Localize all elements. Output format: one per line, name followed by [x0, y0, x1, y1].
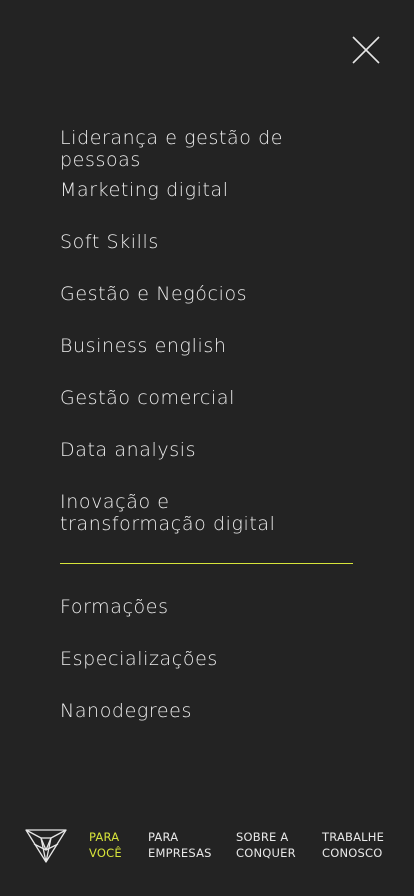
nav-para-empresas[interactable]: PARA EMPRESAS [148, 829, 212, 861]
nav-label-line1: PARA [148, 830, 179, 844]
nav-label-line1: SOBRE A [236, 830, 289, 844]
nav-para-voce[interactable]: PARA VOCÊ [89, 829, 122, 861]
menu-item-business-english[interactable]: Business english [60, 335, 226, 357]
menu-item-marketing-digital[interactable]: Marketing digital [60, 179, 229, 201]
close-button[interactable] [352, 36, 380, 64]
menu-divider [60, 563, 353, 564]
menu-item-gestao-comercial[interactable]: Gestão comercial [60, 387, 235, 409]
close-icon [352, 36, 380, 64]
menu-item-soft-skills[interactable]: Soft Skills [60, 231, 159, 253]
nav-trabalhe-conosco[interactable]: TRABALHE CONOSCO [322, 829, 384, 861]
nav-label-line2: CONOSCO [322, 846, 383, 860]
nav-label-line1: TRABALHE [322, 830, 385, 844]
menu-item-especializacoes[interactable]: Especializações [60, 648, 218, 670]
nav-label-line2: CONQUER [236, 846, 296, 860]
bottom-navigation: PARA VOCÊ PARA EMPRESAS SOBRE A CONQUER … [0, 824, 414, 868]
menu-item-nanodegrees[interactable]: Nanodegrees [60, 700, 192, 722]
menu-item-formacoes[interactable]: Formações [60, 596, 169, 618]
menu-item-data-analysis[interactable]: Data analysis [60, 439, 196, 461]
nav-label-line1: PARA [89, 830, 120, 844]
conquer-logo-icon[interactable] [25, 826, 67, 864]
menu-item-lideranca[interactable]: Liderança e gestão de pessoas [60, 127, 353, 171]
menu-item-gestao-negocios[interactable]: Gestão e Negócios [60, 283, 247, 305]
nav-label-line2: EMPRESAS [148, 846, 212, 860]
nav-sobre-a-conquer[interactable]: SOBRE A CONQUER [236, 829, 296, 861]
nav-label-line2: VOCÊ [89, 846, 122, 860]
menu-item-inovacao[interactable]: Inovação e transformação digital [60, 491, 320, 535]
